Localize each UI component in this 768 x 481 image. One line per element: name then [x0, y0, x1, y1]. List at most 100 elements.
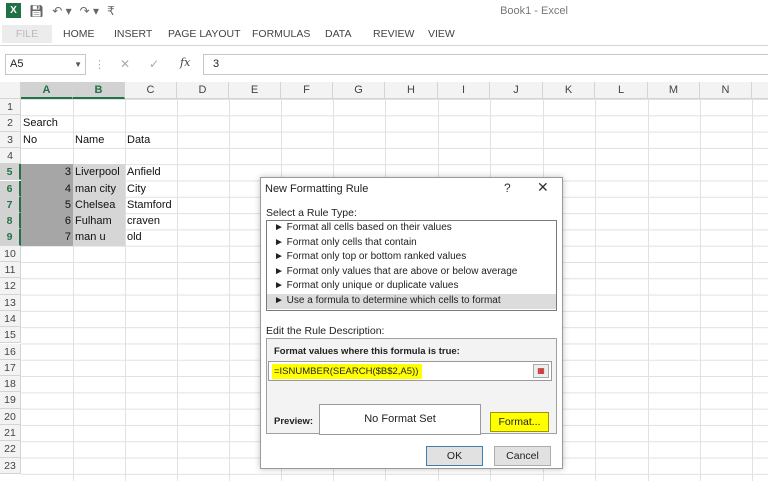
column-header-b[interactable]: B [73, 82, 125, 99]
row-header-19[interactable]: 19 [0, 392, 21, 409]
chevron-down-icon[interactable]: ▼ [74, 55, 82, 74]
row-header-18[interactable]: 18 [0, 376, 21, 393]
rule-type-list[interactable]: ► Format all cells based on their values… [266, 220, 557, 311]
rule-type-item-selected[interactable]: ► Use a formula to determine which cells… [267, 293, 556, 309]
column-header-g[interactable]: G [333, 82, 385, 99]
row-header-2[interactable]: 2 [0, 115, 21, 132]
cell-a6[interactable]: 4 [21, 181, 73, 197]
rule-type-item[interactable]: ► Format only cells that contain [267, 236, 556, 251]
rule-type-item[interactable]: ► Format only unique or duplicate values [267, 279, 556, 294]
row-header-14[interactable]: 14 [0, 310, 21, 328]
gridline [752, 99, 753, 481]
cell-c8[interactable]: craven [125, 213, 162, 229]
row-header-6[interactable]: 6 [0, 180, 21, 197]
gridline [648, 99, 649, 481]
row-header-4[interactable]: 4 [0, 147, 21, 165]
row-header-10[interactable]: 10 [0, 245, 21, 262]
formula-label: Format values where this formula is true… [274, 346, 460, 357]
title-bar: X 💾︎ ↶ ▾ ↷ ▾ ₹ Book1 - Excel [0, 0, 768, 22]
column-header-c[interactable]: C [125, 82, 177, 99]
formula-bar: A5 ▼ ⋮ ✕ ✓ fx 3 [0, 52, 768, 78]
tab-file[interactable]: FILE [2, 25, 52, 43]
tab-data[interactable]: DATA [325, 25, 351, 43]
cell-c9[interactable]: old [125, 229, 144, 245]
column-header-e[interactable]: E [229, 82, 281, 99]
column-header-a[interactable]: A [21, 82, 73, 99]
row-header-17[interactable]: 17 [0, 359, 21, 377]
cell-a9[interactable]: 7 [21, 229, 73, 245]
dialog-title: New Formatting Rule [265, 183, 369, 195]
close-icon[interactable]: ✕ [537, 179, 549, 196]
formula-value: =ISNUMBER(SEARCH($B$2,A5)) [272, 364, 423, 379]
row-header-21[interactable]: 21 [0, 425, 21, 442]
row-header-9[interactable]: 9 [0, 229, 21, 246]
row-header-8[interactable]: 8 [0, 213, 21, 230]
row-header-15[interactable]: 15 [0, 327, 21, 344]
cell-c6[interactable]: City [125, 181, 148, 197]
rule-type-item[interactable]: ► Format only values that are above or b… [267, 265, 556, 280]
ribbon-tabs: FILE HOME INSERT PAGE LAYOUT FORMULAS DA… [0, 22, 768, 46]
select-all-corner[interactable] [0, 82, 21, 99]
grip-icon: ⋮ [94, 59, 105, 71]
cell-b7[interactable]: Chelsea [73, 197, 117, 213]
format-button[interactable]: Format... [490, 412, 549, 432]
column-header-m[interactable]: M [648, 82, 700, 99]
cell-a3[interactable]: No [21, 132, 39, 148]
row-header-12[interactable]: 12 [0, 278, 21, 295]
cell-b6[interactable]: man city [73, 181, 118, 197]
rule-type-item[interactable]: ► Format all cells based on their values [267, 221, 556, 236]
cell-a5[interactable]: 3 [21, 164, 73, 180]
cancel-entry-icon[interactable]: ✕ [120, 57, 130, 71]
column-header-h[interactable]: H [385, 82, 438, 99]
excel-window: X 💾︎ ↶ ▾ ↷ ▾ ₹ Book1 - Excel FILE HOME I… [0, 0, 768, 481]
tab-review[interactable]: REVIEW [373, 25, 414, 43]
column-header-k[interactable]: K [543, 82, 595, 99]
column-header-f[interactable]: F [281, 82, 333, 99]
tab-formulas[interactable]: FORMULAS [252, 25, 310, 43]
cell-c5[interactable]: Anfield [125, 164, 163, 180]
gridline [73, 99, 74, 481]
cancel-button[interactable]: Cancel [494, 446, 551, 466]
ok-button[interactable]: OK [426, 446, 483, 466]
confirm-entry-icon[interactable]: ✓ [149, 57, 159, 71]
cell-b5[interactable]: Liverpool [73, 164, 122, 180]
cell-b9[interactable]: man u [73, 229, 108, 245]
name-box[interactable]: A5 ▼ [5, 54, 86, 75]
column-header-d[interactable]: D [177, 82, 229, 99]
cell-b3[interactable]: Name [73, 132, 106, 148]
cell-c7[interactable]: Stamford [125, 197, 174, 213]
gridline [700, 99, 701, 481]
row-header-11[interactable]: 11 [0, 262, 21, 279]
formula-input[interactable]: 3 [203, 54, 768, 75]
cell-a7[interactable]: 5 [21, 197, 73, 213]
tab-page-layout[interactable]: PAGE LAYOUT [168, 25, 241, 43]
window-title: Book1 - Excel [500, 5, 568, 17]
row-header-5[interactable]: 5 [0, 164, 21, 181]
row-header-23[interactable]: 23 [0, 457, 21, 474]
row-header-13[interactable]: 13 [0, 294, 21, 311]
tab-insert[interactable]: INSERT [114, 25, 152, 43]
help-button[interactable]: ? [504, 181, 511, 195]
name-box-value: A5 [10, 58, 24, 70]
row-header-22[interactable]: 22 [0, 441, 21, 458]
column-header-i[interactable]: I [438, 82, 490, 99]
insert-function-icon[interactable]: fx [180, 56, 190, 69]
range-selector-icon[interactable]: ▦ [533, 364, 549, 378]
column-header-overflow [752, 82, 768, 99]
column-header-n[interactable]: N [700, 82, 752, 99]
formula-field[interactable]: =ISNUMBER(SEARCH($B$2,A5)) ▦ [268, 361, 552, 381]
cell-c3[interactable]: Data [125, 132, 152, 148]
row-header-7[interactable]: 7 [0, 196, 21, 214]
row-header-3[interactable]: 3 [0, 131, 21, 148]
column-header-l[interactable]: L [595, 82, 648, 99]
row-header-16[interactable]: 16 [0, 343, 21, 360]
cell-a8[interactable]: 6 [21, 213, 73, 229]
rule-type-item[interactable]: ► Format only top or bottom ranked value… [267, 250, 556, 265]
tab-view[interactable]: VIEW [428, 25, 455, 43]
cell-b8[interactable]: Fulham [73, 213, 114, 229]
row-header-1[interactable]: 1 [0, 99, 21, 116]
tab-home[interactable]: HOME [63, 25, 95, 43]
cell-a2[interactable]: Search [21, 115, 60, 131]
row-header-20[interactable]: 20 [0, 408, 21, 425]
column-header-j[interactable]: J [490, 82, 543, 99]
